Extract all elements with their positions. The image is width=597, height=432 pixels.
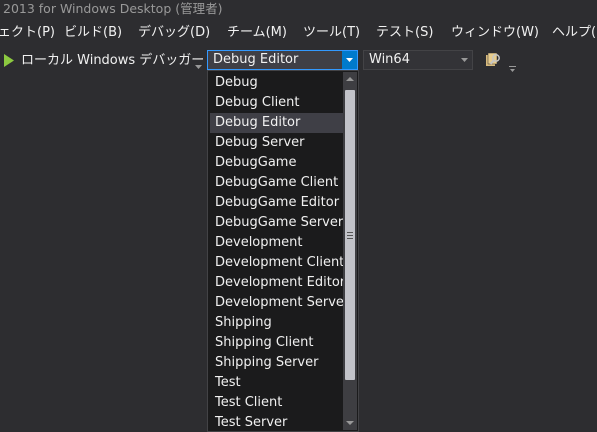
config-option-test-server[interactable]: Test Server xyxy=(210,413,343,431)
menu-tools[interactable]: ツール(T) xyxy=(303,22,360,44)
solution-platform-combo[interactable]: Win64 xyxy=(363,50,473,70)
chevron-down-icon xyxy=(346,58,353,62)
configuration-value: Debug Editor xyxy=(213,52,299,67)
menu-project[interactable]: ェクト(P) xyxy=(0,22,55,44)
config-option-debug-server[interactable]: Debug Server xyxy=(210,133,343,153)
chevron-down-icon xyxy=(346,421,354,425)
config-option-debuggame-client[interactable]: DebugGame Client xyxy=(210,173,343,193)
menu-team[interactable]: チーム(M) xyxy=(227,22,287,44)
find-in-files-icon[interactable] xyxy=(485,52,503,68)
title-bar: 2013 for Windows Desktop (管理者) xyxy=(0,0,597,20)
menu-build[interactable]: ビルド(B) xyxy=(64,22,122,44)
start-debugger-button[interactable]: ローカル Windows デバッガー xyxy=(21,51,204,71)
menu-test[interactable]: テスト(S) xyxy=(376,22,433,44)
config-option-debug[interactable]: Debug xyxy=(210,73,343,93)
menu-debug[interactable]: デバッグ(D) xyxy=(138,22,210,44)
menu-bar: ェクト(P) ビルド(B) デバッグ(D) チーム(M) ツール(T) テスト(… xyxy=(0,22,597,44)
platform-value: Win64 xyxy=(369,52,410,67)
config-option-development-server[interactable]: Development Server xyxy=(210,293,343,313)
solution-configuration-combo[interactable]: Debug Editor xyxy=(207,50,358,70)
config-option-shipping-server[interactable]: Shipping Server xyxy=(210,353,343,373)
dropdown-scrollbar[interactable] xyxy=(343,72,357,430)
grip-icon xyxy=(347,232,353,239)
config-option-development[interactable]: Development xyxy=(210,233,343,253)
config-option-debuggame[interactable]: DebugGame xyxy=(210,153,343,173)
platform-dropdown-button[interactable] xyxy=(457,51,472,69)
config-option-shipping-client[interactable]: Shipping Client xyxy=(210,333,343,353)
config-option-debug-client[interactable]: Debug Client xyxy=(210,93,343,113)
config-option-development-editor[interactable]: Development Editor xyxy=(210,273,343,293)
config-option-shipping[interactable]: Shipping xyxy=(210,313,343,333)
chevron-down-icon[interactable] xyxy=(195,58,202,69)
scroll-up-button[interactable] xyxy=(343,72,357,86)
config-option-test-client[interactable]: Test Client xyxy=(210,393,343,413)
menu-help[interactable]: ヘルプ(H) xyxy=(552,22,597,44)
config-option-test[interactable]: Test xyxy=(210,373,343,393)
config-option-debuggame-editor[interactable]: DebugGame Editor xyxy=(210,193,343,213)
menu-window[interactable]: ウィンドウ(W) xyxy=(451,22,539,44)
config-option-development-client[interactable]: Development Client xyxy=(210,253,343,273)
scrollbar-thumb[interactable] xyxy=(345,90,355,380)
toolbar-options-icon[interactable] xyxy=(509,61,517,72)
window-title: 2013 for Windows Desktop (管理者) xyxy=(3,1,223,16)
chevron-down-icon xyxy=(461,58,468,62)
play-icon[interactable] xyxy=(4,54,14,67)
scroll-down-button[interactable] xyxy=(343,416,357,430)
chevron-up-icon xyxy=(346,77,354,81)
configuration-dropdown-button[interactable] xyxy=(342,51,357,69)
configuration-dropdown-list: Debug Debug Client Debug Editor Debug Se… xyxy=(207,70,359,432)
config-option-debuggame-server[interactable]: DebugGame Server xyxy=(210,213,343,233)
configuration-options: Debug Debug Client Debug Editor Debug Se… xyxy=(210,73,343,431)
config-option-debug-editor[interactable]: Debug Editor xyxy=(210,113,343,133)
